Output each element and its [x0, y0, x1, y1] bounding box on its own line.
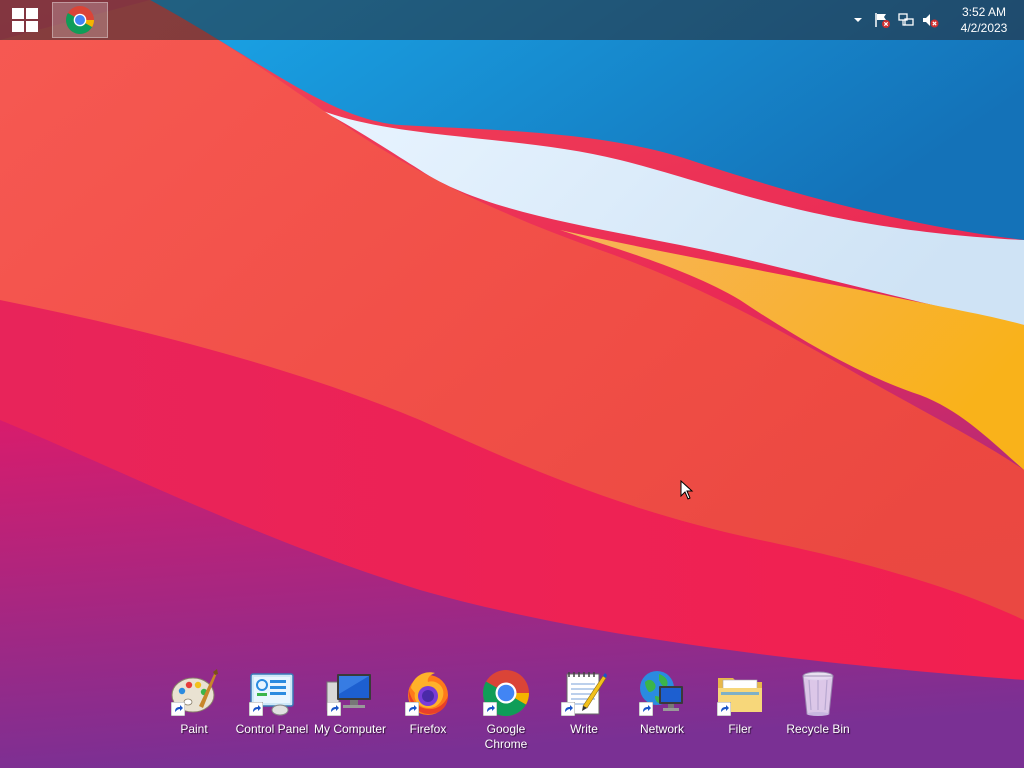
network-disconnected-icon[interactable] [894, 8, 918, 32]
shortcut-arrow-icon [249, 702, 263, 716]
desktop-icon-google-chrome[interactable]: Google Chrome [467, 668, 545, 752]
desktop-icon-label: My Computer [313, 722, 387, 736]
clock-date: 4/2/2023 [960, 21, 1008, 35]
desktop-icon-filer[interactable]: Filer [701, 668, 779, 752]
desktop-icon-recycle-bin[interactable]: Recycle Bin [779, 668, 857, 752]
desktop-icon-paint[interactable]: Paint [155, 668, 233, 752]
shortcut-arrow-icon [405, 702, 419, 716]
desktop-icon-label: Paint [180, 722, 208, 736]
desktop-icon-label: Filer [728, 722, 752, 736]
wallpaper [0, 0, 1024, 768]
desktop-icon-my-computer[interactable]: My Computer [311, 668, 389, 752]
expand-tray-icon[interactable] [846, 8, 870, 32]
desktop-icon-control-panel[interactable]: Control Panel [233, 668, 311, 752]
desktop[interactable]: 3:52 AM 4/2/2023 Paint Control Panel My … [0, 0, 1024, 768]
desktop-icon-label: Google Chrome [484, 722, 528, 751]
shortcut-arrow-icon [639, 702, 653, 716]
shortcut-arrow-icon [561, 702, 575, 716]
desktop-icon-label: Network [639, 722, 684, 736]
recycle-bin-icon [802, 671, 834, 716]
desktop-icon-label: Control Panel [235, 722, 309, 736]
chrome-icon [66, 6, 94, 34]
system-tray: 3:52 AM 4/2/2023 [846, 0, 1024, 40]
taskbar-clock[interactable]: 3:52 AM 4/2/2023 [950, 0, 1018, 40]
desktop-icon-label: Recycle Bin [786, 722, 850, 736]
windows-logo-icon [12, 8, 38, 32]
desktop-icon-network[interactable]: Network [623, 668, 701, 752]
taskbar-app-chrome[interactable] [52, 2, 108, 38]
desktop-icon-label: Write [570, 722, 598, 736]
shortcut-arrow-icon [327, 702, 341, 716]
shortcut-arrow-icon [483, 702, 497, 716]
desktop-icon-write[interactable]: Write [545, 668, 623, 752]
start-button[interactable] [0, 0, 50, 40]
desktop-icon-firefox[interactable]: Firefox [389, 668, 467, 752]
volume-muted-icon[interactable] [918, 8, 942, 32]
clock-time: 3:52 AM [961, 5, 1007, 19]
desktop-icon-row: Paint Control Panel My Computer Firefox … [155, 668, 857, 752]
action-center-flag-icon[interactable] [870, 8, 894, 32]
desktop-icon-label: Firefox [409, 722, 447, 736]
taskbar: 3:52 AM 4/2/2023 [0, 0, 1024, 40]
shortcut-arrow-icon [171, 702, 185, 716]
shortcut-arrow-icon [717, 702, 731, 716]
mouse-cursor-icon [680, 480, 694, 500]
